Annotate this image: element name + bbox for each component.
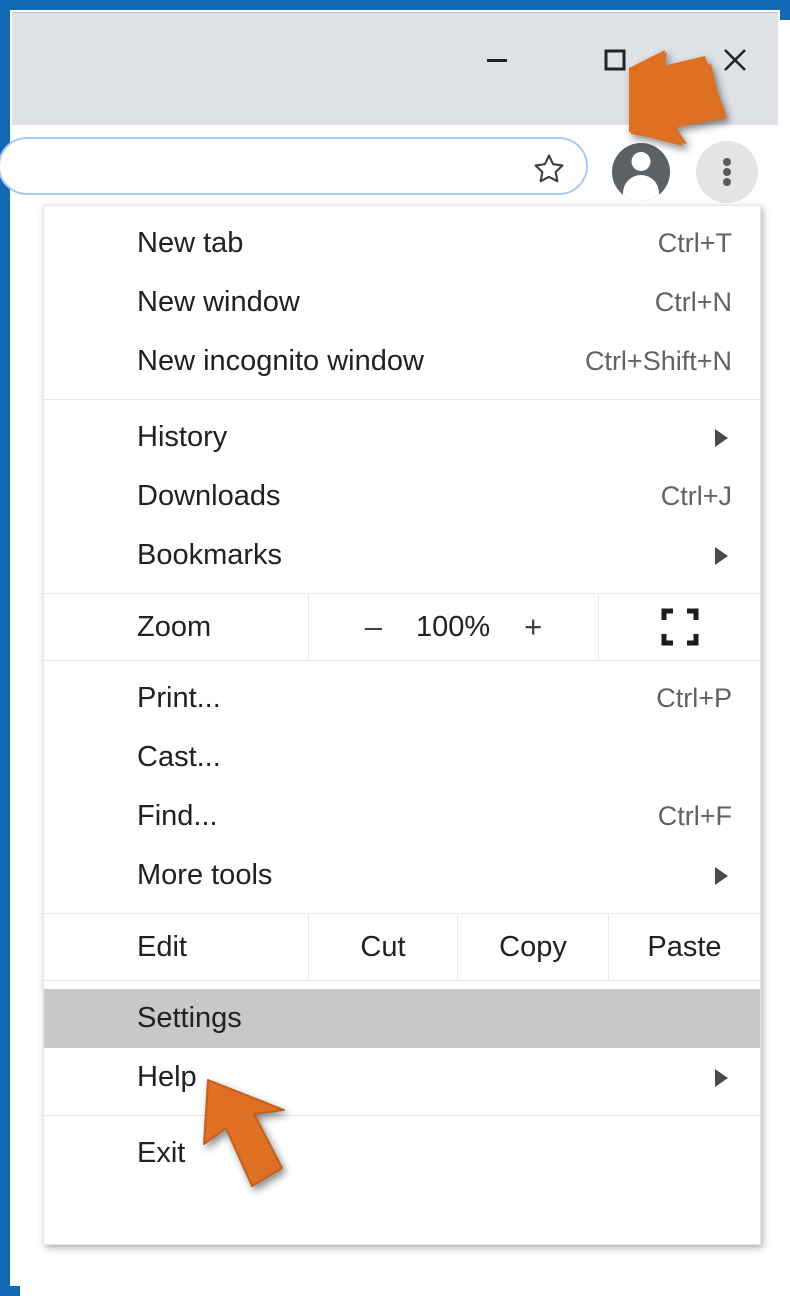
chevron-right-icon (715, 428, 728, 447)
menu-item-shortcut: Ctrl+J (660, 481, 732, 511)
minimize-button[interactable] (474, 40, 520, 80)
menu-item-label: New tab (137, 227, 244, 259)
menu-group-padding (44, 661, 760, 669)
avatar-head-shape (631, 152, 651, 171)
zoom-controls: – 100% + (309, 594, 598, 660)
menu-scroll-area: New tab Ctrl+T New window Ctrl+N New inc… (44, 206, 760, 1244)
menu-item-shortcut: Ctrl+N (654, 287, 732, 317)
menu-item-find[interactable]: Find... Ctrl+F (44, 787, 760, 846)
chevron-right-icon (715, 1068, 728, 1087)
menu-item-settings[interactable]: Settings (44, 989, 760, 1048)
edit-label-text: Edit (137, 930, 187, 963)
bookmark-star-icon[interactable] (532, 152, 566, 191)
annotation-arrow-to-menu-button (627, 48, 737, 153)
menu-item-history[interactable]: History (44, 408, 760, 467)
menu-item-label: Downloads (137, 480, 281, 512)
menu-group-padding (44, 1107, 760, 1115)
address-bar[interactable] (0, 137, 588, 195)
menu-item-label: Settings (137, 1002, 242, 1034)
copy-button[interactable]: Copy (458, 914, 608, 980)
menu-item-downloads[interactable]: Downloads Ctrl+J (44, 467, 760, 526)
menu-item-new-window[interactable]: New window Ctrl+N (44, 273, 760, 332)
paste-button[interactable]: Paste (609, 914, 760, 980)
menu-item-bookmarks[interactable]: Bookmarks (44, 526, 760, 585)
menu-item-label: Print... (137, 682, 221, 714)
zoom-level-value: 100% (415, 610, 491, 643)
minimize-icon (487, 59, 507, 62)
menu-item-new-tab[interactable]: New tab Ctrl+T (44, 214, 760, 273)
maximize-icon (604, 49, 626, 71)
menu-zoom-row: Zoom – 100% + (44, 594, 760, 660)
fullscreen-button[interactable] (599, 594, 760, 660)
menu-item-print[interactable]: Print... Ctrl+P (44, 669, 760, 728)
zoom-label: Zoom (44, 594, 308, 660)
menu-group-padding (44, 905, 760, 913)
zoom-out-button[interactable]: – (365, 609, 382, 645)
menu-dot-3 (723, 178, 731, 186)
menu-item-shortcut: Ctrl+F (657, 801, 732, 831)
menu-item-shortcut: Ctrl+Shift+N (584, 346, 732, 376)
menu-item-label: More tools (137, 859, 273, 891)
menu-item-label: Bookmarks (137, 539, 283, 571)
menu-item-shortcut: Ctrl+P (656, 683, 732, 713)
avatar-body-shape (623, 175, 659, 201)
annotation-cursor-arrow-to-settings (190, 1078, 320, 1203)
menu-top-padding (44, 206, 760, 214)
chevron-right-icon (715, 866, 728, 885)
chevron-right-icon (715, 546, 728, 565)
menu-item-shortcut: Ctrl+T (657, 228, 732, 258)
zoom-in-button[interactable]: + (524, 609, 542, 645)
menu-group-padding (44, 391, 760, 399)
zoom-label-text: Zoom (137, 610, 212, 643)
menu-item-label: New incognito window (137, 345, 424, 377)
menu-group-padding (44, 585, 760, 593)
menu-item-label: Help (137, 1061, 197, 1093)
menu-group-padding (44, 981, 760, 989)
menu-edit-row: Edit Cut Copy Paste (44, 914, 760, 980)
menu-group-padding (44, 400, 760, 408)
fullscreen-icon (661, 608, 698, 646)
menu-item-label: Find... (137, 800, 218, 832)
chrome-main-menu: New tab Ctrl+T New window Ctrl+N New inc… (43, 205, 761, 1245)
menu-item-label: New window (137, 286, 300, 318)
menu-item-label: Exit (137, 1137, 186, 1169)
three-dot-menu-icon (723, 158, 731, 166)
edit-label: Edit (44, 914, 308, 980)
menu-item-label: Cast... (137, 741, 221, 773)
menu-dot-2 (723, 168, 731, 176)
menu-item-label: History (137, 421, 228, 453)
menu-item-exit[interactable]: Exit (44, 1124, 760, 1183)
cut-button[interactable]: Cut (309, 914, 457, 980)
menu-item-new-incognito-window[interactable]: New incognito window Ctrl+Shift+N (44, 332, 760, 391)
menu-item-more-tools[interactable]: More tools (44, 846, 760, 905)
menu-group-padding (44, 1116, 760, 1124)
menu-item-help[interactable]: Help (44, 1048, 760, 1107)
screenshot-root: pc risk.com New tab Ctrl+T New window Ct… (0, 0, 790, 1296)
menu-item-cast[interactable]: Cast... (44, 728, 760, 787)
